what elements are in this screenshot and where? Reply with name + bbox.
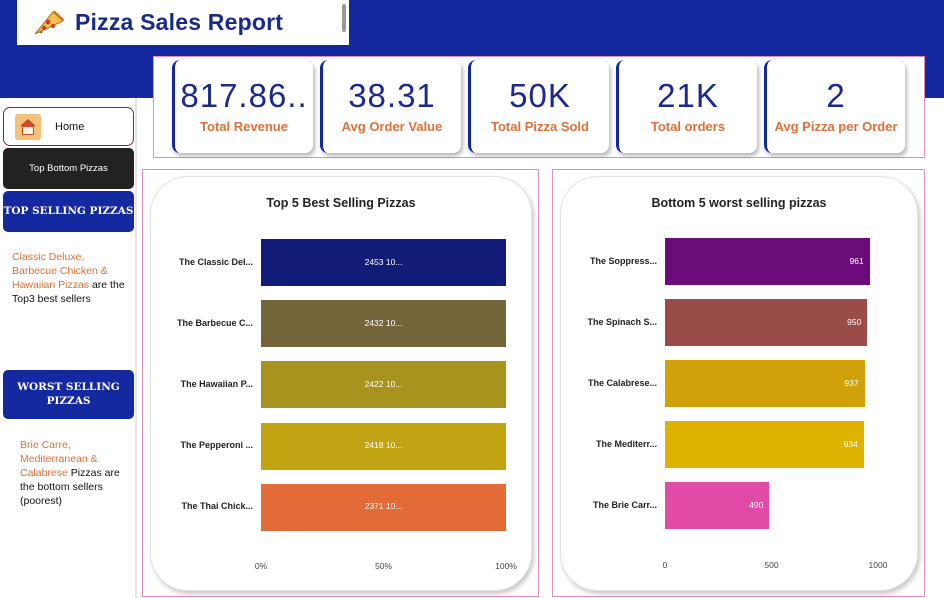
kpi-label: Avg Order Value	[341, 119, 443, 134]
bar-data-label: 2432 10...	[364, 317, 403, 328]
x-tick-label: 100%	[495, 561, 517, 571]
bar-data-label: 2453 10...	[364, 256, 403, 267]
bar-data-label: 950	[847, 316, 862, 327]
category-label: The Classic Del...	[178, 256, 253, 267]
chart-title: Top 5 Best Selling Pizzas	[266, 196, 416, 210]
category-label: The Calabrese...	[587, 377, 657, 388]
category-label: The Soppress...	[589, 255, 657, 266]
title-box: Pizza Sales Report	[17, 0, 349, 45]
pizza-icon	[34, 10, 65, 34]
kpi-value: 817.86..	[180, 77, 308, 114]
bar-data-label: 2418 10...	[364, 440, 403, 451]
kpi-label: Total Revenue	[200, 119, 288, 134]
category-label: The Hawaiian P...	[180, 378, 253, 389]
sidebar: Home Top Bottom Pizzas TOP SELLING PIZZA…	[0, 98, 137, 598]
kpi-card-avg-pizza-per-order: 2 Avg Pizza per Order	[764, 60, 905, 153]
report-page: Pizza Sales Report 817.86.. Total Revenu…	[0, 0, 944, 598]
kpi-label: Total orders	[650, 119, 726, 134]
bar[interactable]	[665, 299, 868, 346]
category-label: The Spinach S...	[587, 316, 657, 327]
x-tick-label: 1000	[868, 560, 888, 570]
bar-data-label: 2371 10...	[364, 501, 403, 512]
worst-selling-heading: WORST SELLING PIZZAS	[3, 370, 134, 419]
x-tick-label: 0%	[254, 561, 268, 571]
top-selling-heading: TOP SELLING PIZZAS	[3, 191, 134, 232]
kpi-value: 2	[826, 77, 846, 114]
home-label: Home	[55, 120, 85, 133]
home-icon	[15, 113, 41, 140]
kpi-value: 38.31	[348, 77, 436, 114]
bar-data-label: 937	[844, 377, 859, 388]
bar[interactable]	[665, 238, 870, 285]
category-label: The Mediterr...	[595, 438, 657, 449]
page-title: Pizza Sales Report	[75, 9, 284, 35]
bottom5-chart-card: Bottom 5 worst selling pizzas The Soppre…	[560, 176, 918, 591]
top5-chart-card: Top 5 Best Selling Pizzas The Classic De…	[150, 176, 532, 591]
kpi-panel: 817.86.. Total Revenue 38.31 Avg Order V…	[153, 56, 925, 158]
kpi-label: Avg Pizza per Order	[774, 119, 898, 134]
bar-data-label: 961	[849, 255, 864, 266]
x-tick-label: 50%	[374, 561, 392, 571]
chart-title: Bottom 5 worst selling pizzas	[651, 196, 827, 210]
bar-data-label: 2422 10...	[364, 378, 403, 389]
kpi-value: 50K	[509, 77, 571, 114]
kpi-card-total-revenue: 817.86.. Total Revenue	[172, 60, 313, 153]
category-label: The Pepperoni ...	[180, 440, 253, 451]
x-tick-label: 500	[764, 560, 779, 570]
bar[interactable]	[665, 421, 864, 468]
home-button[interactable]: Home	[3, 107, 134, 146]
x-tick-label: 0	[662, 560, 668, 570]
bottom5-chart-frame: Bottom 5 worst selling pizzas The Soppre…	[552, 169, 925, 597]
category-label: The Brie Carr...	[592, 499, 657, 510]
kpi-value: 21K	[657, 77, 719, 114]
category-label: The Thai Chick...	[181, 501, 253, 512]
title-scrollbar[interactable]	[342, 4, 346, 32]
category-label: The Barbecue C...	[176, 317, 253, 328]
kpi-card-total-orders: 21K Total orders	[616, 60, 757, 153]
kpi-card-total-pizza-sold: 50K Total Pizza Sold	[468, 60, 609, 153]
top-bottom-pizzas-button[interactable]: Top Bottom Pizzas	[3, 148, 134, 189]
kpi-card-avg-order-value: 38.31 Avg Order Value	[320, 60, 461, 153]
bar-data-label: 934	[843, 438, 858, 449]
bar[interactable]	[665, 360, 865, 407]
worst-sellers-note: Brie Carre, Mediterranean & Calabrese Pi…	[20, 438, 130, 508]
top-sellers-note: Classic Deluxe, Barbecue Chicken & Hawai…	[12, 250, 130, 306]
bar-data-label: 490	[749, 499, 764, 510]
kpi-label: Total Pizza Sold	[491, 119, 589, 134]
top5-chart-frame: Top 5 Best Selling Pizzas The Classic De…	[142, 169, 539, 597]
